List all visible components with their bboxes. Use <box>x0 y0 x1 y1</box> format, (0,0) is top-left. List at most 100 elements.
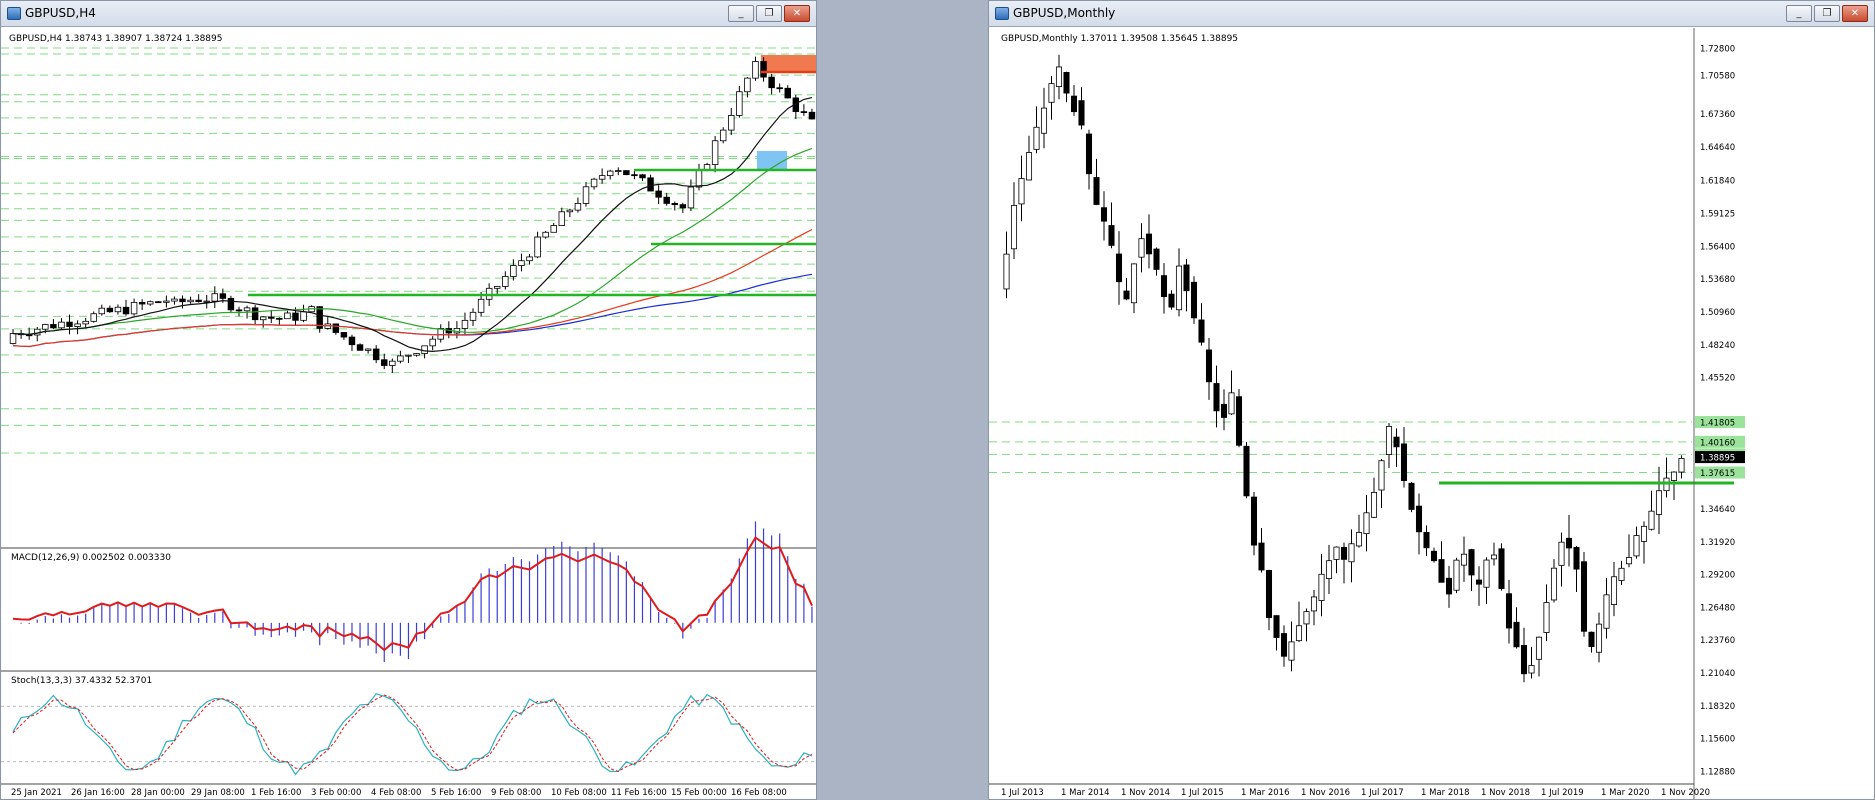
time-label: 11 Feb 16:00 <box>611 788 667 798</box>
candle <box>1190 276 1198 324</box>
time-label: 1 Mar 2020 <box>1601 788 1649 798</box>
price-label: 1.72800 <box>1695 42 1745 55</box>
svg-text:1.64640: 1.64640 <box>1700 143 1735 153</box>
time-label: 1 Jul 2013 <box>1001 788 1044 798</box>
monthly-window-titlebar[interactable]: GBPUSD,Monthly _ ❐ ✕ <box>989 1 1874 27</box>
price-label: 1.41805 <box>1695 415 1745 428</box>
time-label: 10 Feb 08:00 <box>551 788 607 798</box>
restore-button[interactable]: ❐ <box>756 5 782 22</box>
svg-text:1.29200: 1.29200 <box>1700 571 1735 581</box>
macd-header: MACD(12,26,9) 0.002502 0.003330 <box>11 553 171 563</box>
price-label: 1.21040 <box>1695 666 1745 679</box>
svg-text:1.37615: 1.37615 <box>1700 469 1735 479</box>
close-button[interactable]: ✕ <box>784 5 810 22</box>
time-label: 28 Jan 00:00 <box>131 788 185 798</box>
price-label: 1.15600 <box>1695 732 1745 745</box>
h4-window-titlebar[interactable]: GBPUSD,H4 _ ❐ ✕ <box>1 1 816 27</box>
price-label: 1.56400 <box>1695 239 1745 252</box>
monthly-chart-canvas[interactable]: 1.72800 1.70580 1.67360 1.64640 1.61840 1.591… <box>989 28 1874 799</box>
minimize-button[interactable]: _ <box>728 5 754 22</box>
price-label: 1.23760 <box>1695 633 1745 646</box>
time-label: 1 Nov 2018 <box>1481 788 1530 798</box>
svg-text:1.18320: 1.18320 <box>1700 702 1735 712</box>
svg-text:1.45520: 1.45520 <box>1700 374 1735 384</box>
time-label: 25 Jan 2021 <box>11 788 62 798</box>
price-label: 1.61840 <box>1695 174 1745 187</box>
stoch-header: Stoch(13,3,3) 37.4332 52.3701 <box>11 676 152 686</box>
time-label: 9 Feb 08:00 <box>491 788 541 798</box>
restore-button[interactable]: ❐ <box>1814 5 1840 22</box>
price-label: 1.59125 <box>1695 207 1745 220</box>
candle <box>316 306 323 333</box>
h4-window-title: GBPUSD,H4 <box>25 6 96 20</box>
time-label: 29 Jan 08:00 <box>191 788 245 798</box>
price-label: 1.34640 <box>1695 502 1745 515</box>
svg-text:1.15600: 1.15600 <box>1700 735 1735 745</box>
time-label: 5 Feb 16:00 <box>431 788 481 798</box>
candle <box>1235 389 1243 448</box>
price-label: 1.53680 <box>1695 272 1745 285</box>
time-label: 16 Feb 08:00 <box>731 788 787 798</box>
time-label: 1 Nov 2014 <box>1121 788 1170 798</box>
svg-text:1.70580: 1.70580 <box>1700 71 1735 81</box>
candle <box>1498 543 1505 591</box>
svg-text:1.23760: 1.23760 <box>1700 636 1735 646</box>
time-label: 1 Nov 2020 <box>1661 788 1710 798</box>
svg-text:1.41805: 1.41805 <box>1700 418 1735 428</box>
time-label: 1 Mar 2014 <box>1061 788 1109 798</box>
time-label: 1 Mar 2016 <box>1241 788 1289 798</box>
h4-chart-header: GBPUSD,H4 1.38743 1.38907 1.38724 1.3889… <box>9 34 222 44</box>
candle <box>1243 442 1250 499</box>
svg-text:1.50960: 1.50960 <box>1700 308 1735 318</box>
time-label: 1 Jul 2019 <box>1541 788 1584 798</box>
h4-chart-canvas[interactable]: 1.395901.395301.393201.391251.390551.388… <box>1 28 816 799</box>
svg-text:1.26480: 1.26480 <box>1700 603 1735 613</box>
monthly-window-title: GBPUSD,Monthly <box>1013 6 1116 20</box>
price-label: 1.50960 <box>1695 305 1745 318</box>
monthly-chart-header: GBPUSD,Monthly 1.37011 1.39508 1.35645 1… <box>1001 34 1238 44</box>
time-label: 1 Jul 2015 <box>1181 788 1224 798</box>
svg-text:1.59125: 1.59125 <box>1700 210 1735 220</box>
price-label: 1.40160 <box>1695 435 1745 448</box>
time-label: 3 Feb 00:00 <box>311 788 361 798</box>
price-label: 1.26480 <box>1695 600 1745 613</box>
price-label: 1.31920 <box>1695 535 1745 548</box>
chart-window-icon <box>7 7 21 20</box>
svg-text:1.48240: 1.48240 <box>1700 341 1735 351</box>
svg-text:1.53680: 1.53680 <box>1700 275 1735 285</box>
time-label: 15 Feb 00:00 <box>671 788 727 798</box>
supply-zone <box>761 55 816 71</box>
price-label: 1.37615 <box>1695 466 1745 479</box>
price-label: 1.29200 <box>1695 568 1745 581</box>
time-label: 1 Mar 2018 <box>1421 788 1469 798</box>
svg-text:1.34640: 1.34640 <box>1700 505 1735 515</box>
price-label: 1.48240 <box>1695 338 1745 351</box>
close-button[interactable]: ✕ <box>1842 5 1868 22</box>
price-label: 1.38895 <box>1695 451 1745 464</box>
svg-text:1.21040: 1.21040 <box>1700 669 1735 679</box>
price-label: 1.45520 <box>1695 371 1745 384</box>
chart-window-icon <box>995 7 1009 20</box>
minimize-button[interactable]: _ <box>1786 5 1812 22</box>
time-label: 1 Feb 16:00 <box>251 788 301 798</box>
price-label: 1.70580 <box>1695 68 1745 81</box>
svg-text:1.12880: 1.12880 <box>1700 768 1735 778</box>
time-label: 4 Feb 08:00 <box>371 788 421 798</box>
svg-text:1.67360: 1.67360 <box>1700 110 1735 120</box>
candle <box>227 295 235 313</box>
svg-text:1.56400: 1.56400 <box>1700 242 1735 252</box>
svg-text:1.61840: 1.61840 <box>1700 177 1735 187</box>
price-label: 1.12880 <box>1695 765 1745 778</box>
h4-chart-window[interactable]: GBPUSD,H4 _ ❐ ✕ 1.395901.395301.393201.3… <box>0 0 817 800</box>
svg-text:1.31920: 1.31920 <box>1700 538 1735 548</box>
time-label: 1 Jul 2017 <box>1361 788 1404 798</box>
price-label: 1.67360 <box>1695 107 1745 120</box>
candle <box>623 170 630 176</box>
svg-text:1.40160: 1.40160 <box>1700 438 1735 448</box>
svg-text:1.72800: 1.72800 <box>1700 45 1735 55</box>
monthly-chart-window[interactable]: GBPUSD,Monthly _ ❐ ✕ 1.72800 1.70580 1.673… <box>988 0 1875 800</box>
candle <box>1580 551 1588 637</box>
price-label: 1.64640 <box>1695 140 1745 153</box>
candle <box>356 343 364 351</box>
price-label: 1.18320 <box>1695 699 1745 712</box>
